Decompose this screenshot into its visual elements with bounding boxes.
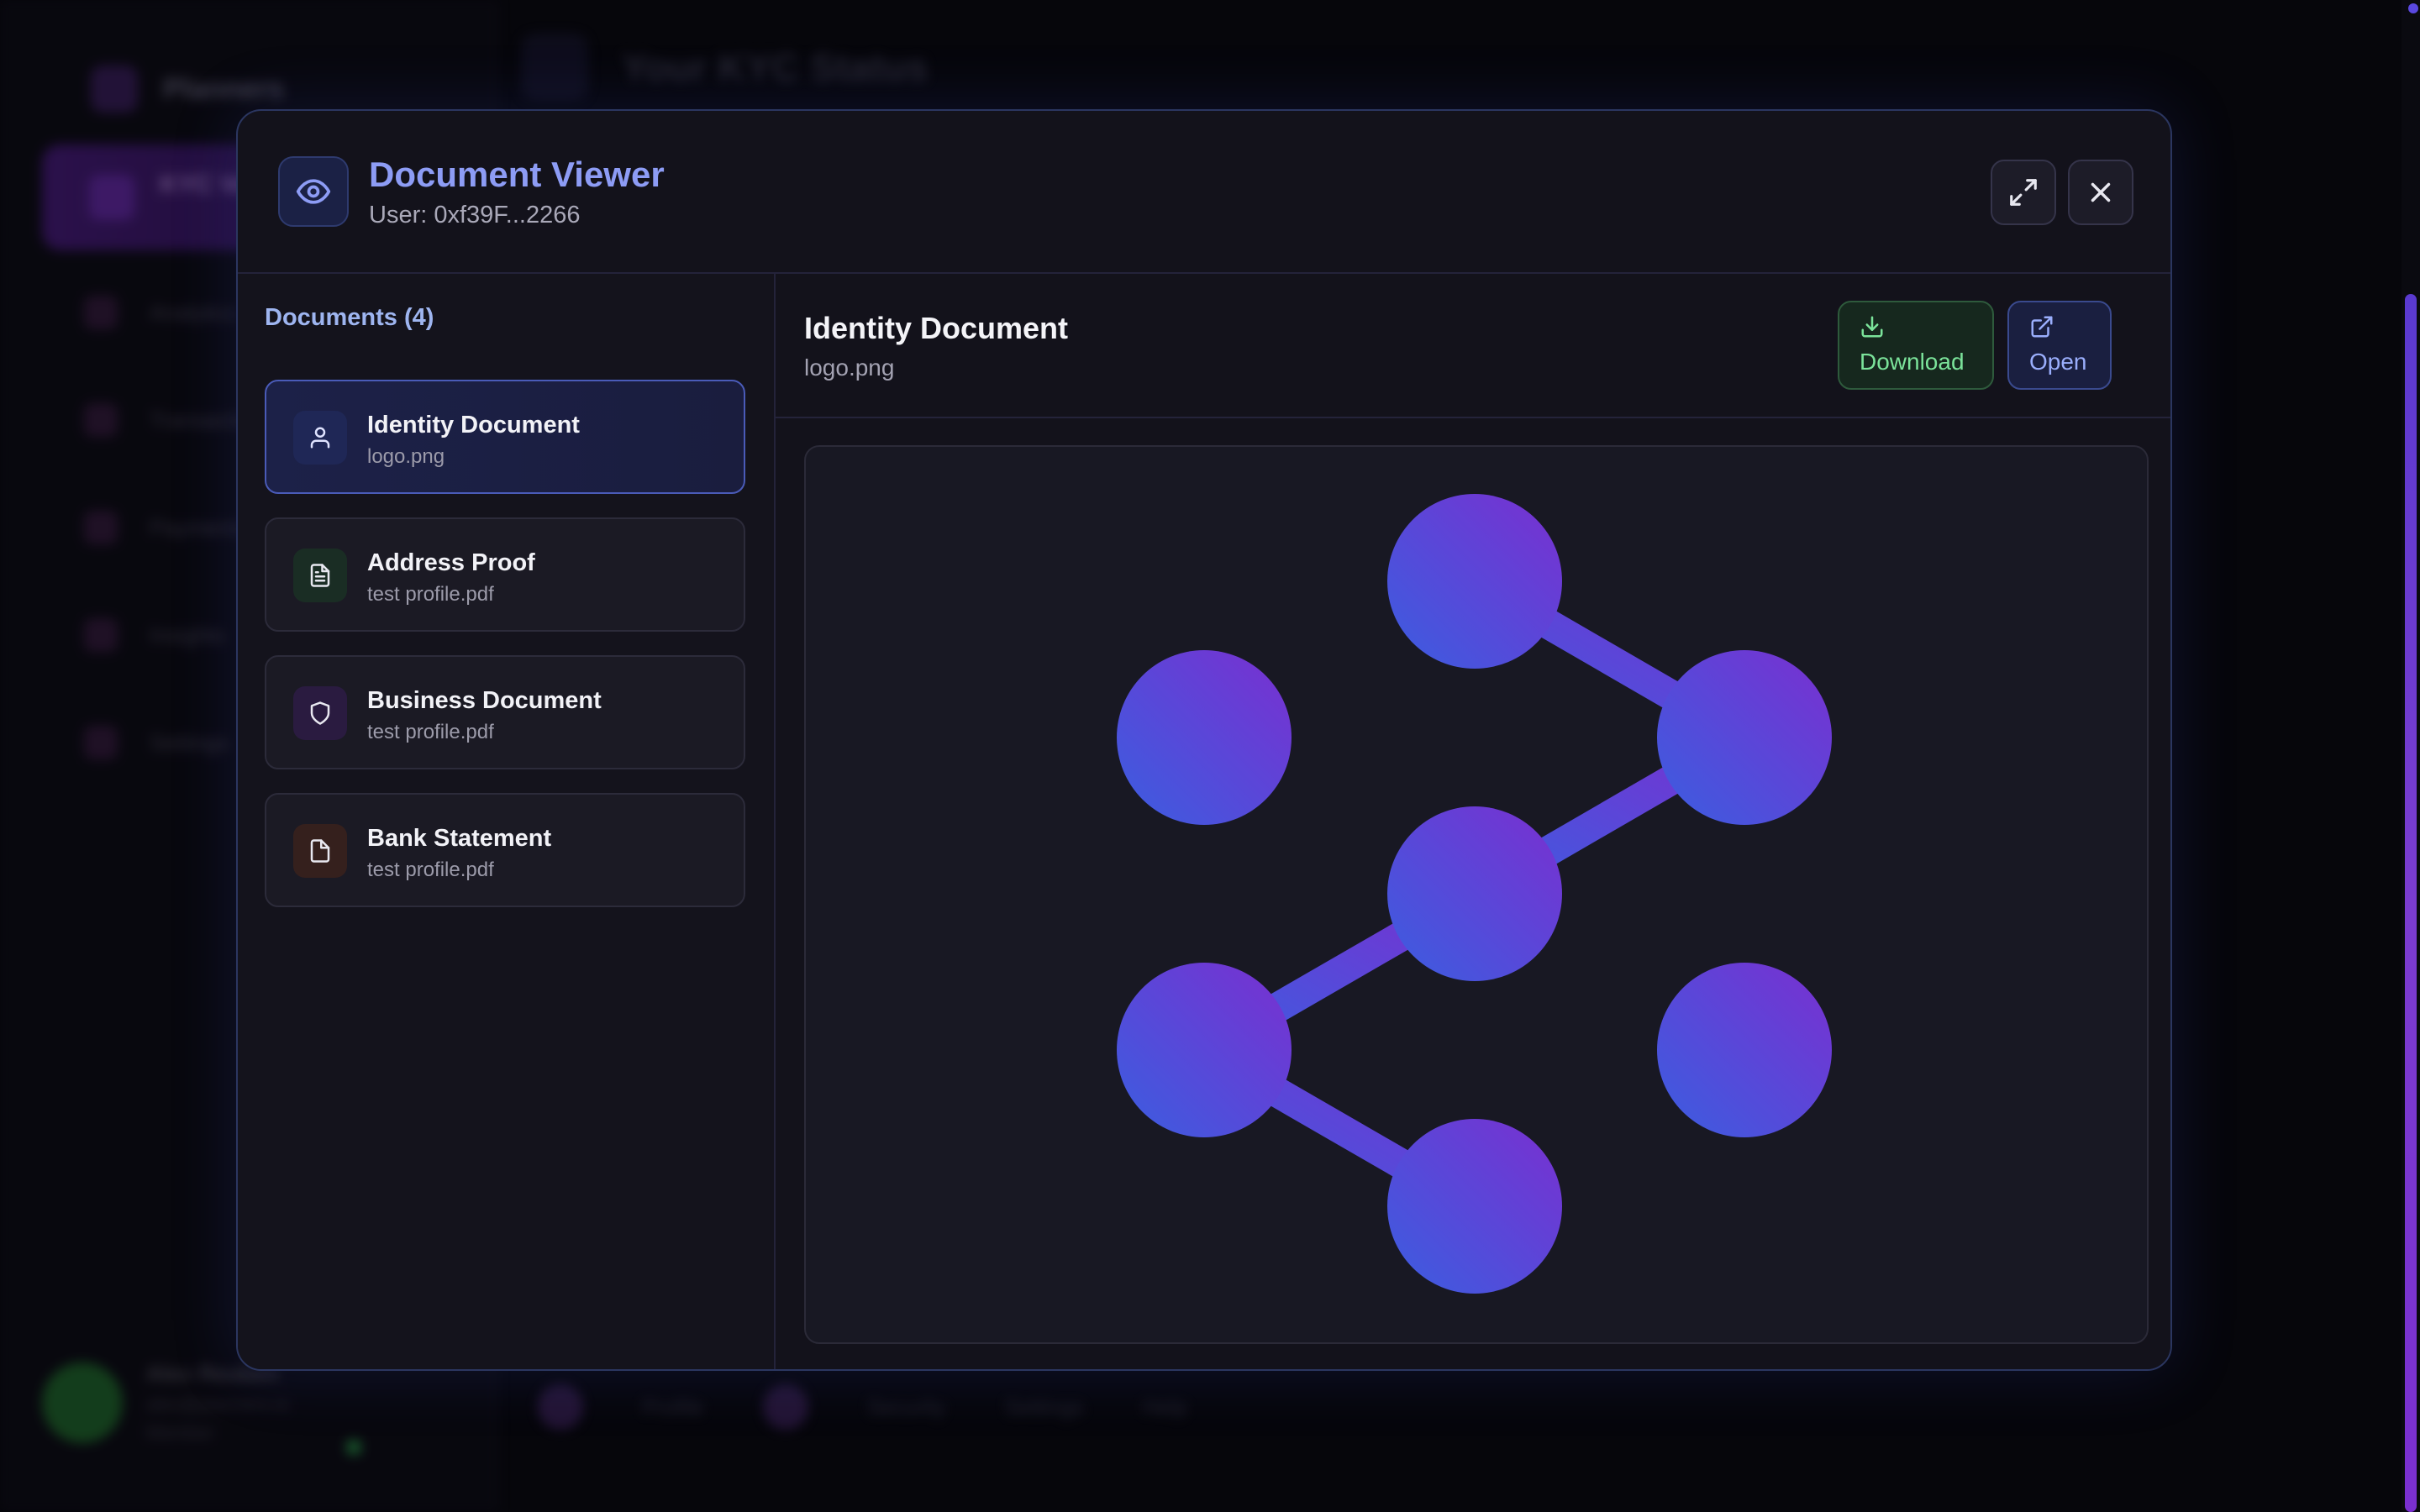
bg-nav-item: Payments [84,511,247,544]
document-viewer-modal: Document Viewer User: 0xf39F...2266 Docu… [236,109,2172,1371]
bg-page-header: Your KYC Status [521,34,929,101]
bg-nav-icon [84,618,118,652]
document-filename: test profile.pdf [367,858,494,881]
documents-sidebar: Documents (4) Identity Document logo.png… [238,274,776,1369]
bg-kyc-icon [89,175,134,220]
document-item-business[interactable]: Business Document test profile.pdf [265,655,745,769]
document-item-identity[interactable]: Identity Document logo.png [265,380,745,494]
document-title: Identity Document [367,412,580,438]
bg-footer-icon [762,1384,808,1430]
scrollbar-thumb[interactable] [2405,294,2417,1512]
shield-icon [310,701,330,725]
page-scrollbar[interactable] [2402,0,2420,1512]
bg-nav-icon [84,403,118,437]
molecule-logo-image [1117,494,1832,1294]
document-filename: test profile.pdf [367,721,494,743]
documents-count-title: Documents (4) [265,304,434,331]
preview-title: Identity Document [804,311,1069,345]
close-icon [2091,182,2111,202]
bg-nav-icon [84,296,118,329]
document-item-address[interactable]: Address Proof test profile.pdf [265,517,745,632]
external-link-icon [2031,316,2053,338]
document-icon-box [293,549,347,602]
document-image-preview [804,445,2149,1344]
modal-user-address: User: 0xf39F...2266 [369,202,581,228]
bg-nav-item: Analytics [84,296,237,329]
document-title: Bank Statement [367,825,552,852]
expand-button[interactable] [1991,160,2056,225]
bg-footer: Profile Security Settings Help [538,1369,1966,1445]
document-filename: logo.png [367,445,445,468]
user-icon [310,427,330,449]
bg-brand: Planners [91,66,284,113]
bg-page-title: Your KYC Status [622,45,929,89]
preview-filename: logo.png [804,354,895,381]
modal-header: Document Viewer User: 0xf39F...2266 [238,111,2170,274]
bg-nav-icon [84,511,118,544]
expand-icon [2010,179,2037,206]
modal-title: Document Viewer [369,155,665,194]
document-icon-box [293,824,347,878]
file-icon [310,839,330,863]
download-icon [1861,316,1883,338]
download-button[interactable]: Download [1838,301,1994,390]
scrollbar-indicator [2408,3,2418,13]
bg-nav-item: Insights [84,618,225,652]
document-item-bank[interactable]: Bank Statement test profile.pdf [265,793,745,907]
close-button[interactable] [2068,160,2133,225]
document-icon-box [293,411,347,465]
download-label: Download [1860,349,1965,375]
bg-avatar [42,1362,123,1443]
bg-user-card: Alex Reuben alex@planners.io Member [42,1361,361,1455]
file-text-icon [310,564,330,587]
bg-header-icon [521,34,588,101]
open-button[interactable]: Open [2007,301,2112,390]
bg-logo-icon [91,66,138,113]
document-title: Address Proof [367,549,535,576]
bg-online-dot [346,1440,361,1455]
eye-icon [278,156,349,227]
document-filename: test profile.pdf [367,583,494,606]
document-title: Business Document [367,687,602,714]
open-label: Open [2029,349,2087,375]
document-preview-panel: Identity Document logo.png Download Open [776,274,2170,1369]
document-icon-box [293,686,347,740]
bg-brand-name: Planners [163,72,284,105]
bg-nav-item: Settings [84,726,229,759]
bg-nav-icon [84,726,118,759]
preview-header: Identity Document logo.png Download Open [776,274,2170,418]
bg-footer-icon [538,1384,583,1430]
